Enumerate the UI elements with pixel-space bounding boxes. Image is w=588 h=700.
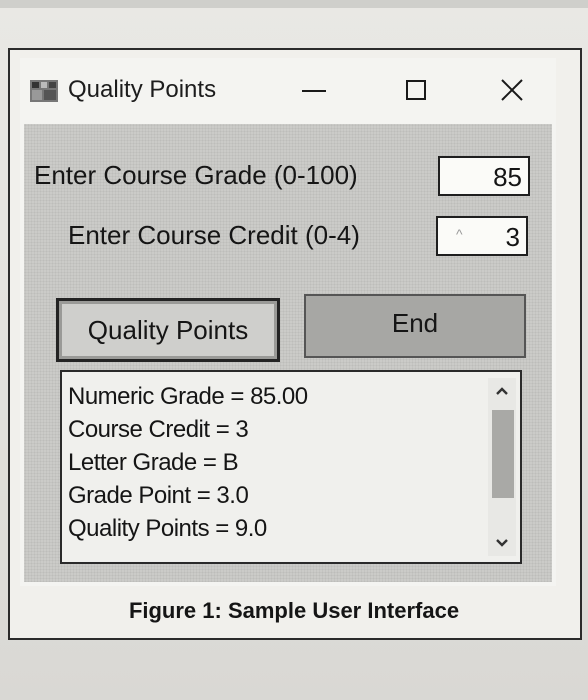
result-line-grade-point: Grade Point = 3.0	[68, 482, 249, 509]
vertical-scrollbar[interactable]	[488, 378, 516, 556]
app-icon	[30, 80, 58, 102]
figure-caption: Figure 1: Sample User Interface	[128, 598, 460, 623]
app-window: Quality Points Enter Course Grade (0-100…	[20, 58, 556, 586]
result-line-numeric-grade: Numeric Grade = 85.00	[68, 383, 308, 410]
scroll-up-button[interactable]	[488, 378, 516, 404]
credit-label: Enter Course Credit (0-4)	[68, 220, 360, 250]
maximize-icon	[406, 80, 426, 100]
title-bar[interactable]: Quality Points	[20, 58, 556, 122]
minimize-icon	[302, 90, 326, 92]
grade-label: Enter Course Grade (0-100)	[34, 160, 358, 190]
window-title: Quality Points	[68, 76, 217, 103]
grade-input-value: 85	[493, 162, 522, 192]
results-listbox[interactable]: Numeric Grade = 85.00 Course Credit = 3 …	[60, 370, 522, 564]
credit-input[interactable]: ^ 3	[436, 216, 528, 256]
scroll-thumb[interactable]	[492, 410, 514, 498]
results-lines: Numeric Grade = 85.00 Course Credit = 3 …	[68, 380, 488, 545]
close-button[interactable]	[488, 72, 536, 108]
result-line-course-credit: Course Credit = 3	[68, 416, 249, 443]
scroll-down-button[interactable]	[488, 530, 516, 556]
minimize-button[interactable]	[290, 72, 338, 108]
chevron-up-icon	[496, 387, 508, 395]
result-line-quality-points: Quality Points = 9.0	[68, 515, 267, 542]
end-button[interactable]: End	[304, 294, 526, 358]
end-button-label: End	[391, 307, 439, 338]
credit-input-marker: ^	[456, 226, 463, 242]
grade-input[interactable]: 85	[438, 156, 530, 196]
credit-input-value: 3	[505, 222, 520, 252]
client-area: Enter Course Grade (0-100) 85 Enter Cour…	[24, 124, 552, 582]
close-icon	[501, 79, 523, 101]
quality-points-button-label: Quality Points	[87, 314, 249, 345]
result-line-letter-grade: Letter Grade = B	[68, 449, 239, 476]
quality-points-button[interactable]: Quality Points	[56, 298, 280, 362]
maximize-button[interactable]	[392, 72, 440, 108]
photo-top-edge	[0, 0, 588, 8]
chevron-down-icon	[496, 539, 508, 547]
